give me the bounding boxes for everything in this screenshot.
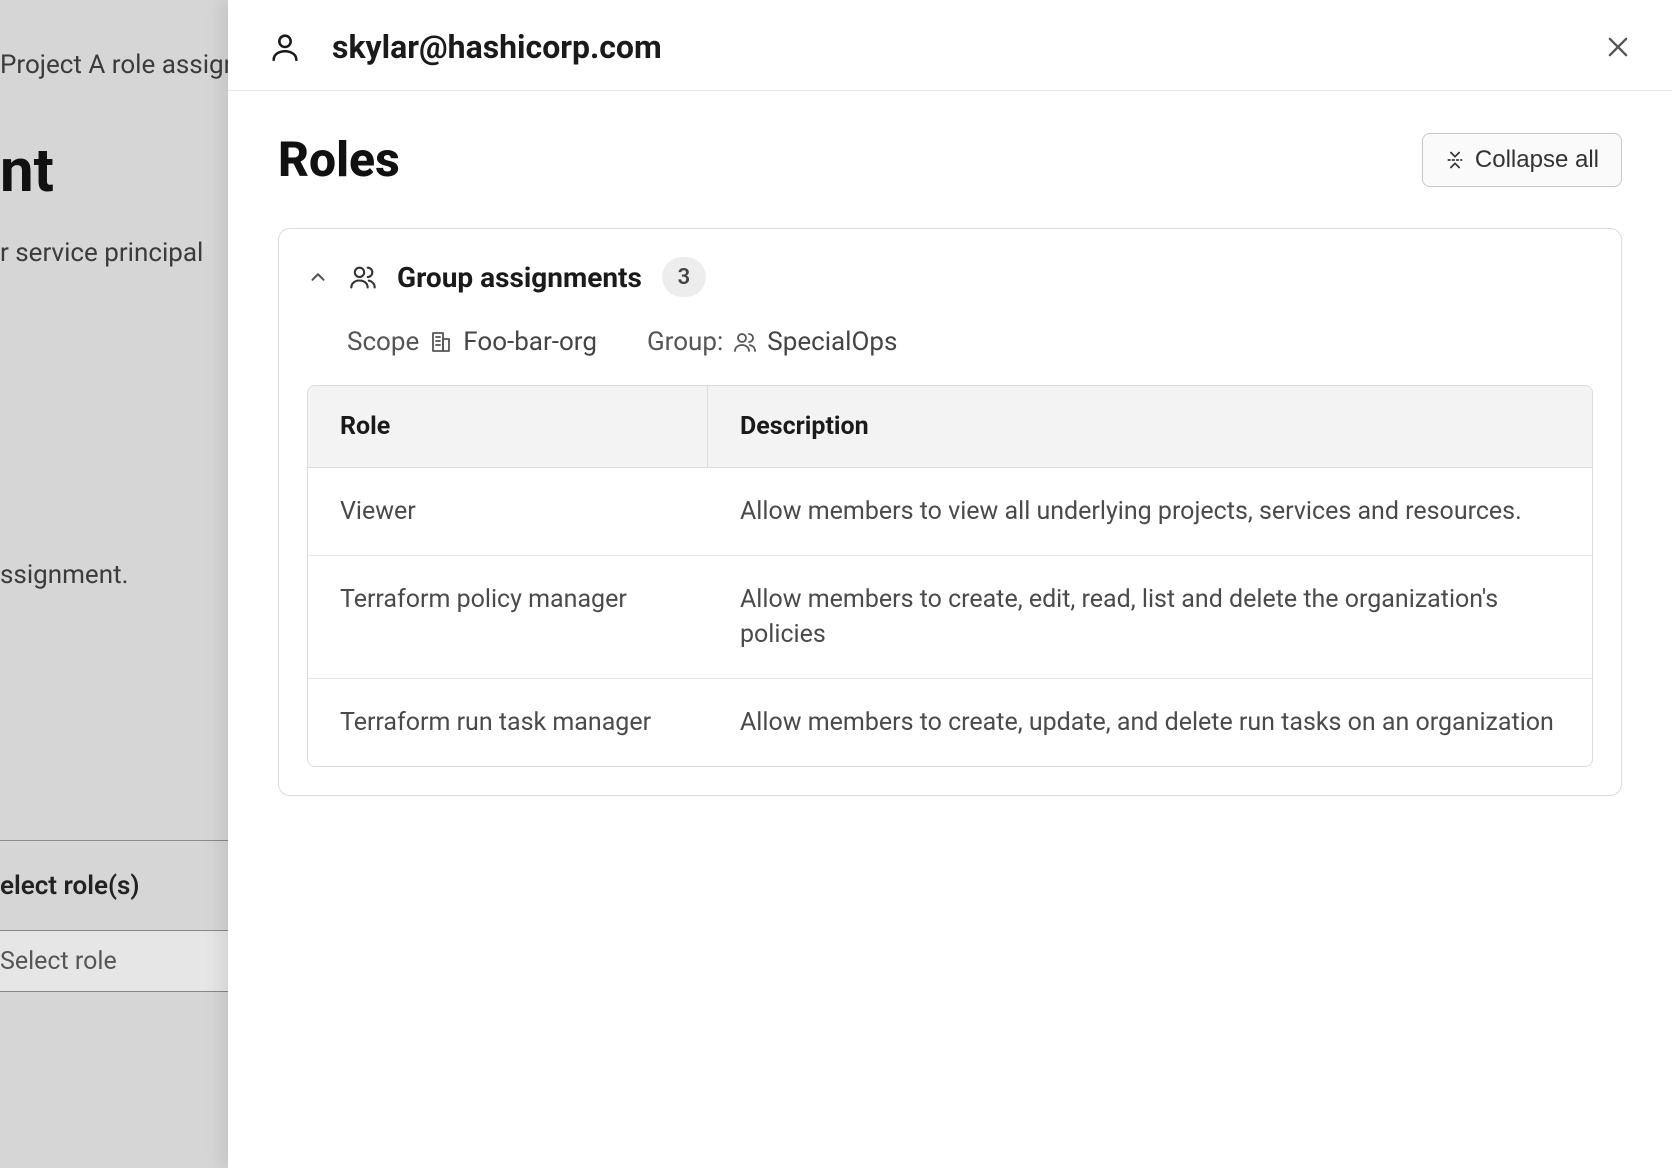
table-row: Terraform policy manager Allow members t… <box>308 556 1592 679</box>
description-cell: Allow members to view all underlying pro… <box>708 468 1592 556</box>
description-cell: Allow members to create, update, and del… <box>708 679 1592 766</box>
description-cell: Allow members to create, edit, read, lis… <box>708 556 1592 679</box>
roles-title: Roles <box>278 131 400 188</box>
group-members-icon <box>733 330 757 354</box>
group-label: Group: <box>647 327 723 357</box>
table-header-row: Role Description <box>308 386 1592 468</box>
drawer-header: skylar@hashicorp.com <box>228 0 1672 91</box>
group-count-badge: 3 <box>662 257 706 297</box>
close-button[interactable] <box>1604 33 1632 61</box>
background-select-role-input: Select role <box>0 930 228 992</box>
roles-table: Role Description Viewer Allow members to… <box>307 385 1593 767</box>
group-assignments-card: Group assignments 3 Scope Foo-bar-org Gr… <box>278 228 1622 796</box>
group-icon <box>349 263 377 291</box>
table-row: Terraform run task manager Allow members… <box>308 679 1592 766</box>
scope-item: Scope Foo-bar-org <box>347 327 597 357</box>
scope-value: Foo-bar-org <box>463 327 597 357</box>
background-assignment-text: ssignment. <box>0 560 128 590</box>
chevron-up-icon[interactable] <box>307 266 329 288</box>
user-icon <box>268 30 302 64</box>
background-heading: nt <box>0 135 54 206</box>
group-assignments-title: Group assignments <box>397 261 642 294</box>
collapse-label: Collapse all <box>1475 146 1599 174</box>
scope-row: Scope Foo-bar-org Group: SpecialOps <box>347 327 1593 357</box>
col-role: Role <box>308 386 708 468</box>
org-icon <box>429 330 453 354</box>
role-cell: Terraform policy manager <box>308 556 708 679</box>
collapse-all-button[interactable]: Collapse all <box>1422 133 1622 187</box>
group-item: Group: SpecialOps <box>647 327 897 357</box>
roles-section-header: Roles Collapse all <box>278 131 1622 188</box>
card-header: Group assignments 3 <box>307 257 1593 297</box>
drawer-body: Roles Collapse all Group assignments <box>228 91 1672 836</box>
background-select-roles-label: elect role(s) <box>0 840 228 901</box>
role-cell: Viewer <box>308 468 708 556</box>
roles-drawer: skylar@hashicorp.com Roles Collapse all <box>228 0 1672 1168</box>
table-row: Viewer Allow members to view all underly… <box>308 468 1592 556</box>
user-email: skylar@hashicorp.com <box>332 28 662 66</box>
role-cell: Terraform run task manager <box>308 679 708 766</box>
col-description: Description <box>708 386 1592 468</box>
background-subtext: r service principal <box>0 238 203 268</box>
scope-label: Scope <box>347 327 419 357</box>
collapse-icon <box>1445 150 1465 170</box>
group-value: SpecialOps <box>767 327 897 357</box>
